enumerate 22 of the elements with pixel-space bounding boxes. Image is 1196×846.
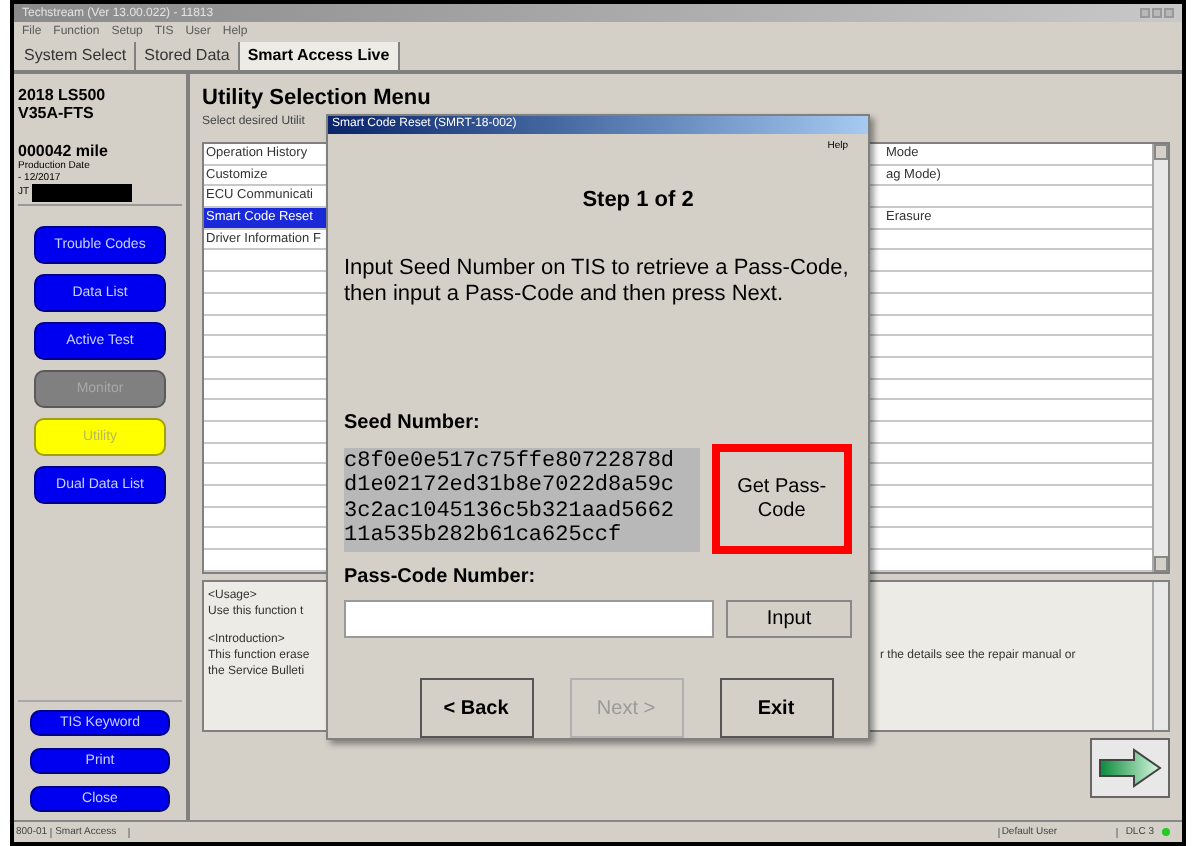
arrow-right-icon xyxy=(1098,748,1162,788)
scrollbar[interactable] xyxy=(1152,582,1168,730)
dialog-button[interactable]: < Back xyxy=(419,678,533,738)
vehicle-model: 2018 LS500 xyxy=(18,86,108,104)
pass-code-label: Pass-Code Number: xyxy=(342,564,538,592)
instruction-text: Input Seed Number on TIS to retrieve a Pass-Code, then input a Pass-Code and then press Next. xyxy=(342,256,851,308)
seed-number: c8f0e0e517c75ffe80722878d d1e02172ed31b8e7022d8a59c 3c2ac1045136c5b321aad5662 11a535b282b61ca625ccf xyxy=(344,447,700,551)
seed-label: Seed Number: xyxy=(342,410,482,438)
vehicle-engine: V35A-FTS xyxy=(18,104,96,122)
input-button[interactable]: Input xyxy=(726,600,852,638)
step-heading: Step 1 of 2 xyxy=(580,185,696,215)
dialog-button[interactable]: Exit xyxy=(719,678,833,738)
tab[interactable]: Smart Access Live xyxy=(239,42,400,70)
redacted-vin xyxy=(31,184,132,202)
get-pass-code-button[interactable]: Get Pass-Code xyxy=(711,444,852,554)
page-title: Utility Selection Menu xyxy=(202,86,433,110)
mileage: 000042 mile xyxy=(18,142,110,160)
scrollbar[interactable] xyxy=(1152,144,1168,572)
next-arrow-button[interactable] xyxy=(1090,738,1170,798)
tab[interactable]: System Select xyxy=(16,42,137,70)
pass-code-field[interactable] xyxy=(344,600,714,638)
window-controls-icon[interactable] xyxy=(1140,8,1174,18)
